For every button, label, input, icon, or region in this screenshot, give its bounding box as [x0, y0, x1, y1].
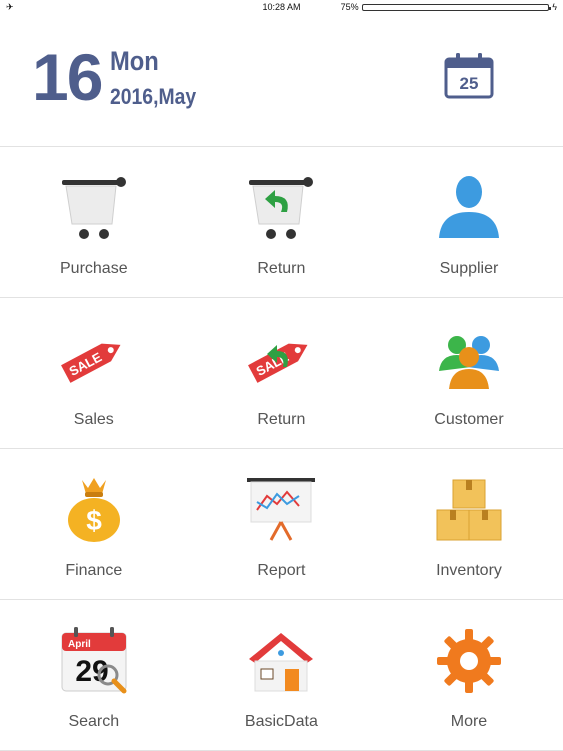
tile-label: Inventory: [436, 562, 502, 579]
calendar-search-icon: April 29: [61, 627, 127, 694]
menu-row: Purchase Return Supplier: [0, 147, 563, 298]
tile-label: Finance: [65, 562, 123, 579]
cart-return-icon: [249, 177, 314, 239]
tile-purchase[interactable]: Purchase: [0, 147, 188, 297]
date-header: 16 Mon 2016,May 25: [0, 16, 563, 147]
charging-icon: ϟ: [552, 2, 557, 12]
calendar-day-text: 25: [460, 74, 479, 93]
tile-basicdata[interactable]: BasicData: [188, 600, 376, 750]
tile-label: Purchase: [60, 260, 128, 277]
tile-finance[interactable]: $ Finance: [0, 449, 188, 599]
house-icon: [249, 633, 314, 692]
boxes-icon: [436, 479, 502, 541]
tile-supplier[interactable]: Supplier: [375, 147, 563, 297]
day-number: 16: [32, 40, 103, 114]
tile-label: Return: [257, 411, 306, 428]
sale-tag-return-icon: SALE: [248, 343, 308, 383]
tile-return-sales[interactable]: SALE Return: [188, 298, 376, 448]
chart-board-icon: [247, 478, 316, 541]
menu-grid: Purchase Return Supplier SALE Sales SALE…: [0, 147, 563, 751]
year-month-label: 2016,May: [110, 84, 197, 109]
gear-icon: [436, 629, 501, 693]
tile-label: Supplier: [439, 260, 499, 277]
calendar-month-text: April: [68, 639, 91, 650]
tile-label: Report: [257, 562, 306, 579]
menu-row: $ Finance Report Inventory: [0, 449, 563, 600]
cart-icon: [61, 177, 126, 239]
tile-label: Customer: [434, 411, 504, 428]
menu-row: April 29 Search BasicData More: [0, 600, 563, 751]
tile-label: Return: [257, 260, 306, 277]
tile-label: Search: [68, 713, 120, 730]
tile-label: BasicData: [244, 713, 318, 730]
status-bar: ✈ 10:28 AM 75% ϟ: [0, 0, 563, 16]
svg-text:$: $: [86, 505, 102, 536]
tile-inventory[interactable]: Inventory: [375, 449, 563, 599]
tile-more[interactable]: More: [375, 600, 563, 750]
battery-indicator: 75% ϟ: [341, 2, 557, 12]
tile-return-purchase[interactable]: Return: [188, 147, 376, 297]
tile-label: Sales: [73, 411, 114, 428]
calendar-button[interactable]: 25: [444, 51, 494, 99]
calendar-icon: 25: [444, 53, 494, 99]
battery-percent: 75%: [340, 2, 359, 12]
menu-row: SALE Sales SALE Return Customer: [0, 298, 563, 449]
sale-tag-icon: SALE: [60, 343, 121, 383]
people-icon: [438, 336, 499, 389]
person-icon: [438, 176, 499, 238]
tile-customer[interactable]: Customer: [375, 298, 563, 448]
tile-search[interactable]: April 29 Search: [0, 600, 188, 750]
tile-report[interactable]: Report: [188, 449, 376, 599]
money-bag-icon: $: [67, 478, 120, 542]
tile-label: More: [450, 713, 488, 730]
weekday-label: Mon: [110, 46, 159, 76]
battery-icon: [361, 3, 551, 11]
tile-sales[interactable]: SALE Sales: [0, 298, 188, 448]
